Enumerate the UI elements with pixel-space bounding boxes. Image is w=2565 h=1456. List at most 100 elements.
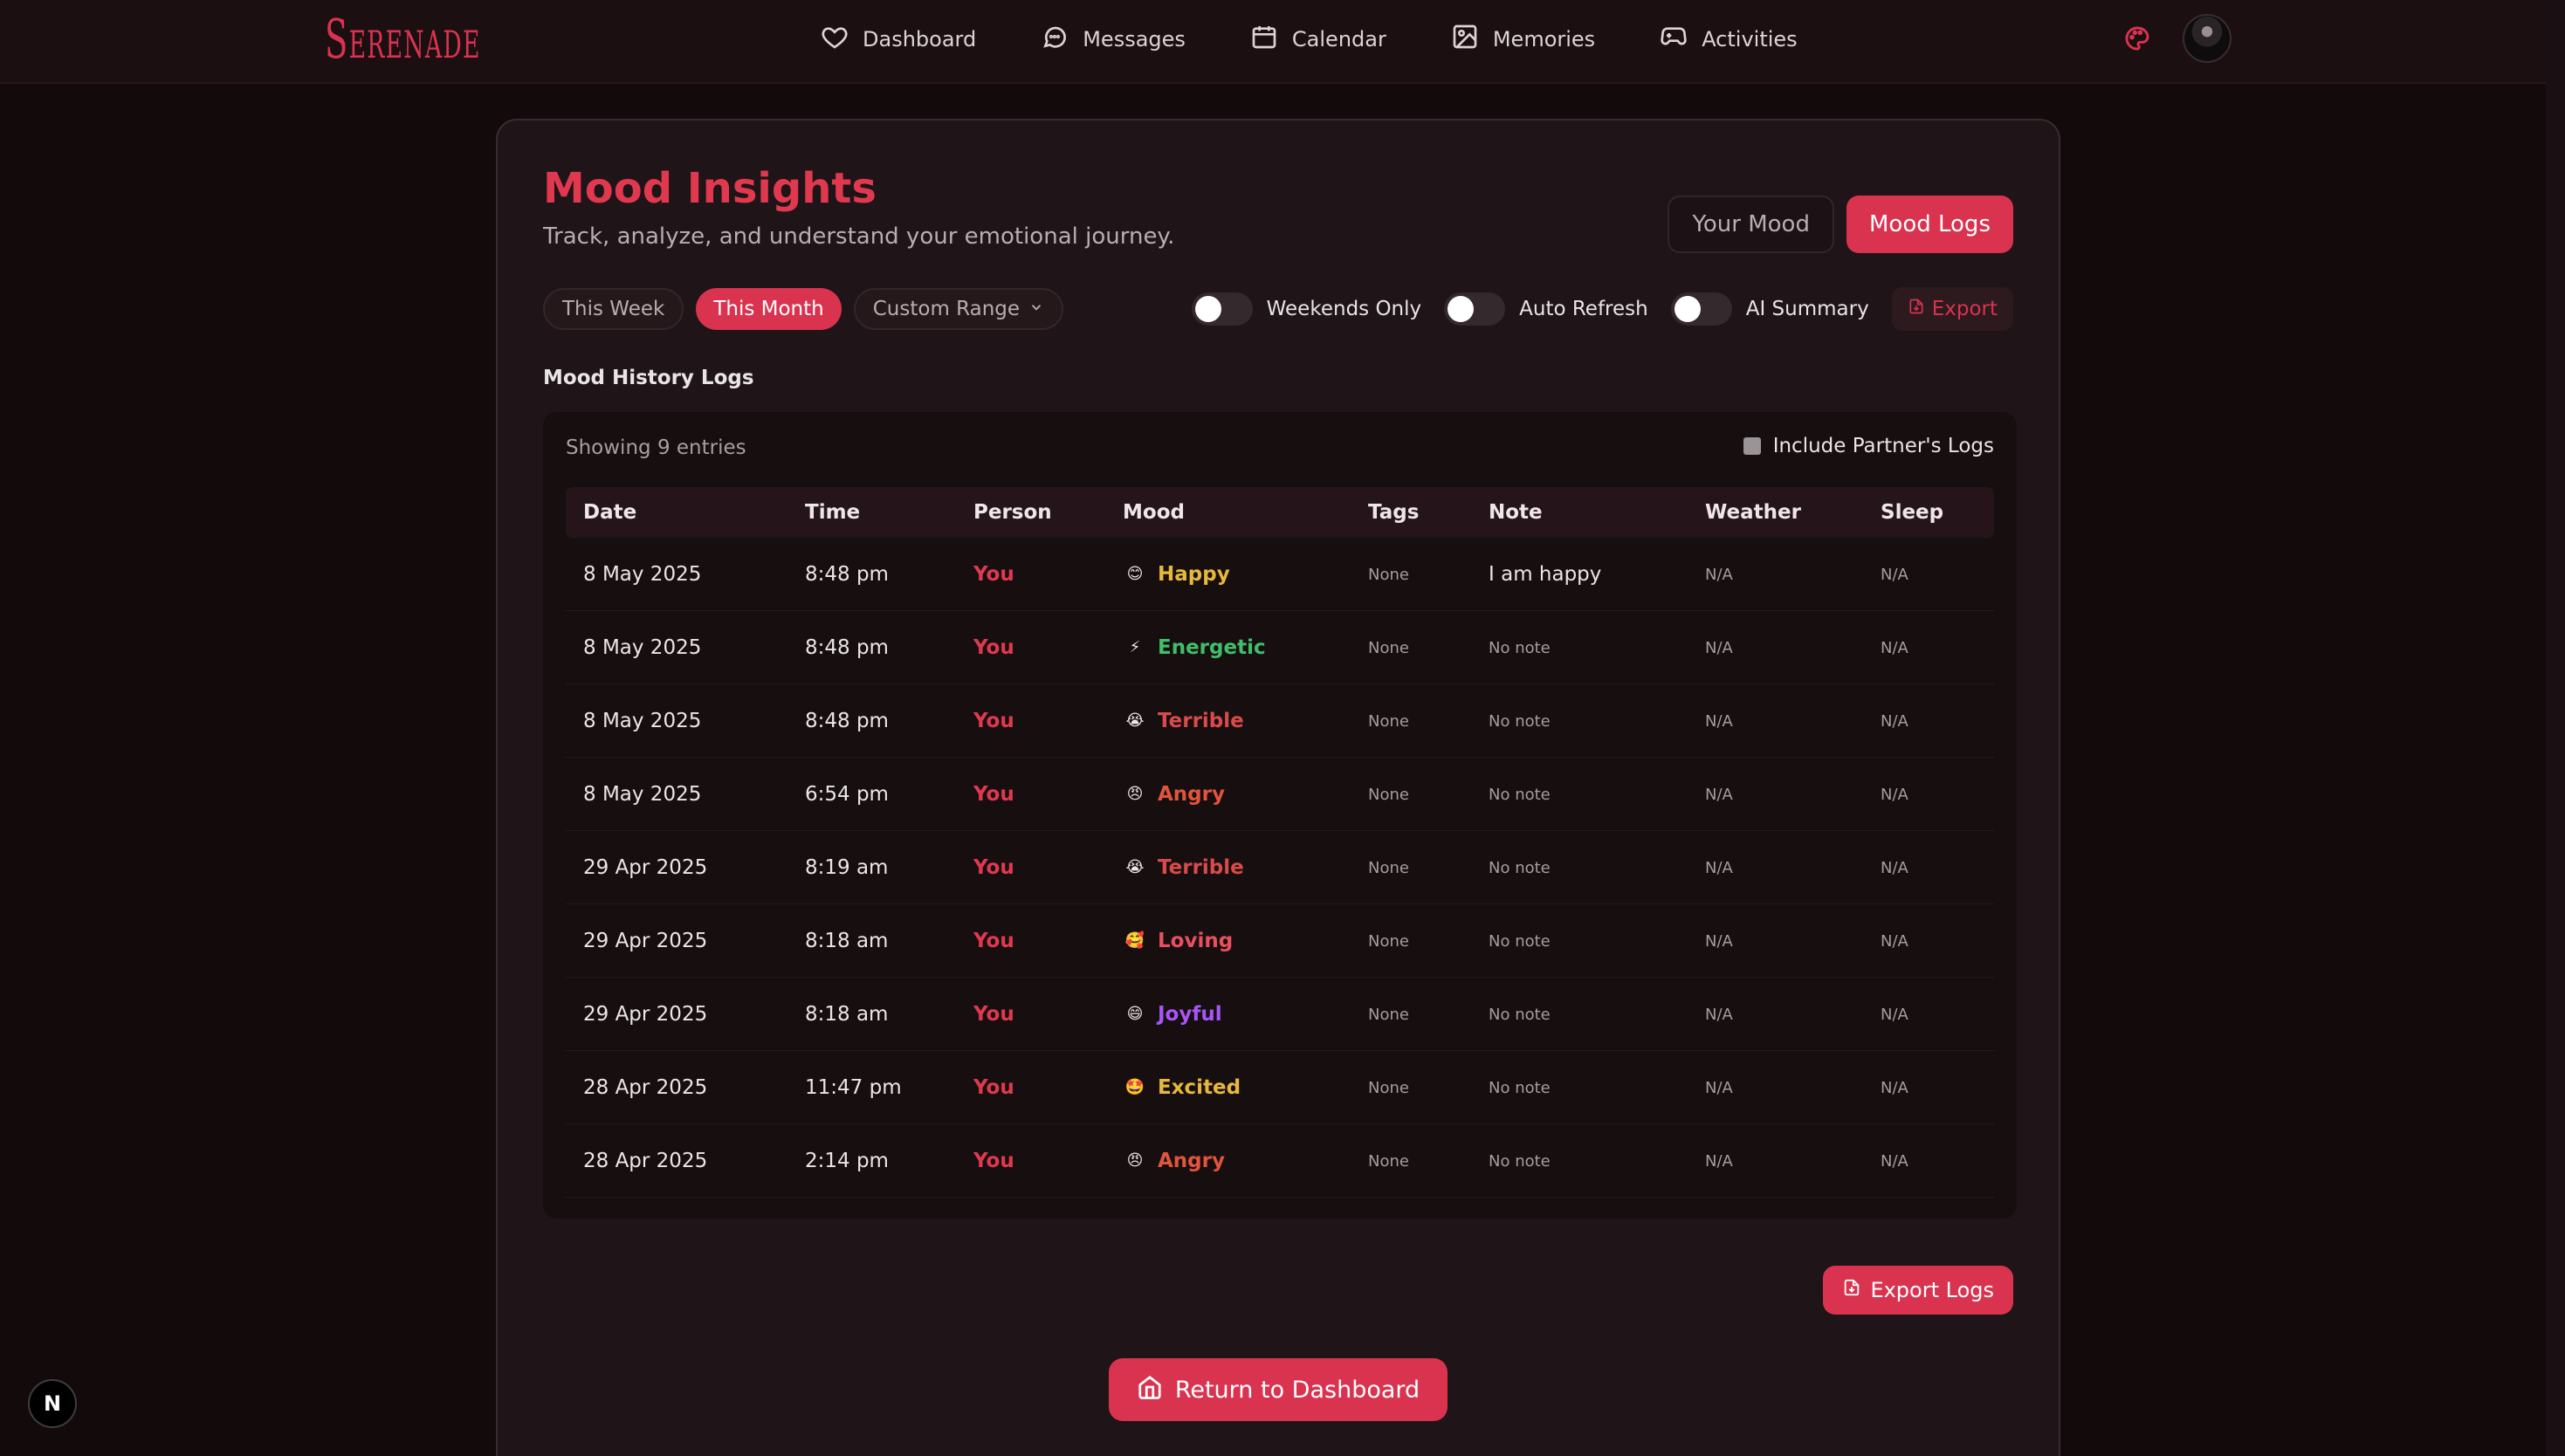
return-to-dashboard-button[interactable]: Return to Dashboard: [1109, 1358, 1448, 1421]
cell-mood: ⚡ Energetic: [1123, 611, 1266, 684]
table-row[interactable]: 28 Apr 2025 11:47 pm You 🤩 Excited None No not…: [566, 1051, 1994, 1124]
cell-person: You: [973, 856, 1014, 879]
page-title: Mood Insights: [543, 164, 877, 213]
cell-time: 8:48 pm: [805, 710, 889, 732]
column-tags[interactable]: Tags: [1368, 501, 1419, 524]
app-logo[interactable]: Serenade: [325, 7, 481, 71]
nav-item-activities[interactable]: Activities: [1660, 23, 1798, 56]
mood-emoji-icon: 😄: [1126, 1005, 1144, 1023]
cell-date: 8 May 2025: [583, 636, 702, 659]
chevron-down-icon: [1020, 298, 1044, 320]
column-time[interactable]: Time: [805, 501, 860, 524]
export-logs-button[interactable]: Export Logs: [1823, 1266, 2013, 1315]
entries-count: Showing 9 entries: [566, 436, 746, 459]
cell-note: No note: [1489, 1005, 1551, 1024]
mood-label: Excited: [1158, 1076, 1241, 1099]
cell-tags: None: [1368, 785, 1409, 804]
export-logs-label: Export Logs: [1870, 1278, 1994, 1302]
mood-emoji-icon: 😭: [1125, 858, 1145, 876]
cell-weather: N/A: [1705, 565, 1733, 584]
filter-this-week[interactable]: This Week: [543, 288, 684, 330]
column-weather[interactable]: Weather: [1705, 501, 1801, 524]
cell-sleep: N/A: [1881, 638, 1908, 657]
cell-tags: None: [1368, 711, 1409, 731]
cell-person: You: [973, 930, 1014, 952]
auto-refresh-toggle[interactable]: [1444, 292, 1506, 326]
export-button[interactable]: Export: [1891, 287, 2013, 331]
main-nav: Dashboard Messages Calendar Memories Act…: [821, 0, 1798, 79]
table-row[interactable]: 8 May 2025 6:54 pm You 😠 Angry None No note N/A…: [566, 758, 1994, 831]
table-row[interactable]: 29 Apr 2025 8:18 am You 😄 Joyful None No note N…: [566, 978, 1994, 1051]
dev-badge[interactable]: N: [28, 1379, 77, 1428]
table-row[interactable]: 29 Apr 2025 8:18 am You 🥰 Loving None No note N…: [566, 904, 1994, 978]
column-sleep[interactable]: Sleep: [1881, 501, 1943, 524]
cell-date: 28 Apr 2025: [583, 1076, 708, 1099]
cell-date: 28 Apr 2025: [583, 1150, 708, 1172]
cell-person: You: [973, 1150, 1014, 1172]
column-note[interactable]: Note: [1489, 501, 1543, 524]
chip-label: Custom Range: [872, 298, 1021, 320]
table-row[interactable]: 28 Apr 2025 2:14 pm You 😠 Angry None No note N/…: [566, 1124, 1994, 1198]
table-row[interactable]: 29 Apr 2025 8:19 am You 😭 Terrible None No not…: [566, 831, 1994, 904]
cell-mood: 😄 Joyful: [1123, 978, 1222, 1051]
ai-summary-toggle[interactable]: [1670, 292, 1732, 326]
cell-note: I am happy: [1489, 563, 1602, 586]
toggle-row: Weekends Only Auto Refresh AI Summary Ex…: [1191, 287, 2013, 331]
weekends-only-group: Weekends Only: [1191, 292, 1422, 326]
chip-label: This Week: [562, 298, 665, 320]
table-row[interactable]: 8 May 2025 8:48 pm You ⚡ Energetic None No not…: [566, 611, 1994, 684]
cell-time: 11:47 pm: [805, 1076, 902, 1099]
weekends-only-toggle[interactable]: [1191, 292, 1253, 326]
checkbox[interactable]: [1743, 437, 1761, 455]
mood-emoji-icon: 🥰: [1124, 931, 1145, 950]
nav-item-memories[interactable]: Memories: [1451, 23, 1595, 56]
nav-item-calendar[interactable]: Calendar: [1250, 23, 1386, 56]
file-icon: [1908, 298, 1925, 320]
mood-label: Happy: [1158, 563, 1230, 586]
chip-label: This Month: [713, 298, 824, 320]
mood-emoji-icon: 😭: [1125, 711, 1145, 730]
top-navbar: Serenade Dashboard Messages Calendar Mem…: [0, 0, 2565, 84]
avatar[interactable]: [2183, 14, 2231, 63]
filter-this-month[interactable]: This Month: [696, 288, 842, 330]
nav-item-messages[interactable]: Messages: [1041, 23, 1186, 56]
cell-person: You: [973, 563, 1014, 586]
cell-time: 2:14 pm: [805, 1150, 889, 1172]
cell-date: 8 May 2025: [583, 710, 702, 732]
ai-summary-group: AI Summary: [1670, 292, 1869, 326]
cell-sleep: N/A: [1881, 785, 1908, 804]
section-title: Mood History Logs: [543, 367, 754, 389]
cell-date: 29 Apr 2025: [583, 1003, 708, 1026]
column-mood[interactable]: Mood: [1123, 501, 1185, 524]
cell-time: 8:18 am: [805, 1003, 889, 1026]
tab-mood-logs[interactable]: Mood Logs: [1846, 196, 2013, 253]
cell-sleep: N/A: [1881, 711, 1908, 731]
logs-panel: Showing 9 entries Include Partner's Logs…: [543, 412, 2017, 1219]
cell-weather: N/A: [1705, 785, 1733, 804]
include-partner-checkbox[interactable]: Include Partner's Logs: [1743, 435, 1994, 457]
mood-insights-card: Mood Insights Track, analyze, and unders…: [496, 119, 2060, 1456]
column-date[interactable]: Date: [583, 501, 636, 524]
table-row[interactable]: 8 May 2025 8:48 pm You 😭 Terrible None No note…: [566, 684, 1994, 758]
cell-time: 8:48 pm: [805, 563, 889, 586]
nav-item-dashboard[interactable]: Dashboard: [821, 23, 976, 56]
cell-tags: None: [1368, 858, 1409, 877]
mood-label: Terrible: [1158, 710, 1244, 732]
table-row[interactable]: 8 May 2025 8:48 pm You 😊 Happy None I am happy…: [566, 538, 1994, 611]
toggle-label: Weekends Only: [1266, 298, 1422, 320]
cell-person: You: [973, 636, 1014, 659]
scrollbar[interactable]: [2546, 0, 2565, 1456]
cell-mood: 😊 Happy: [1123, 538, 1230, 611]
cell-weather: N/A: [1705, 858, 1733, 877]
filter-custom-range[interactable]: Custom Range: [853, 288, 1064, 330]
mood-label: Joyful: [1158, 1003, 1222, 1026]
palette-icon[interactable]: [2123, 24, 2151, 52]
cell-person: You: [973, 710, 1014, 732]
nav-label: Calendar: [1291, 27, 1386, 52]
column-person[interactable]: Person: [973, 501, 1052, 524]
cell-mood: 😭 Terrible: [1123, 831, 1244, 904]
checkbox-label: Include Partner's Logs: [1772, 435, 1994, 457]
view-tabs: Your Mood Mood Logs: [1668, 196, 2013, 253]
tab-your-mood[interactable]: Your Mood: [1668, 196, 1834, 253]
mood-label: Terrible: [1158, 856, 1244, 879]
